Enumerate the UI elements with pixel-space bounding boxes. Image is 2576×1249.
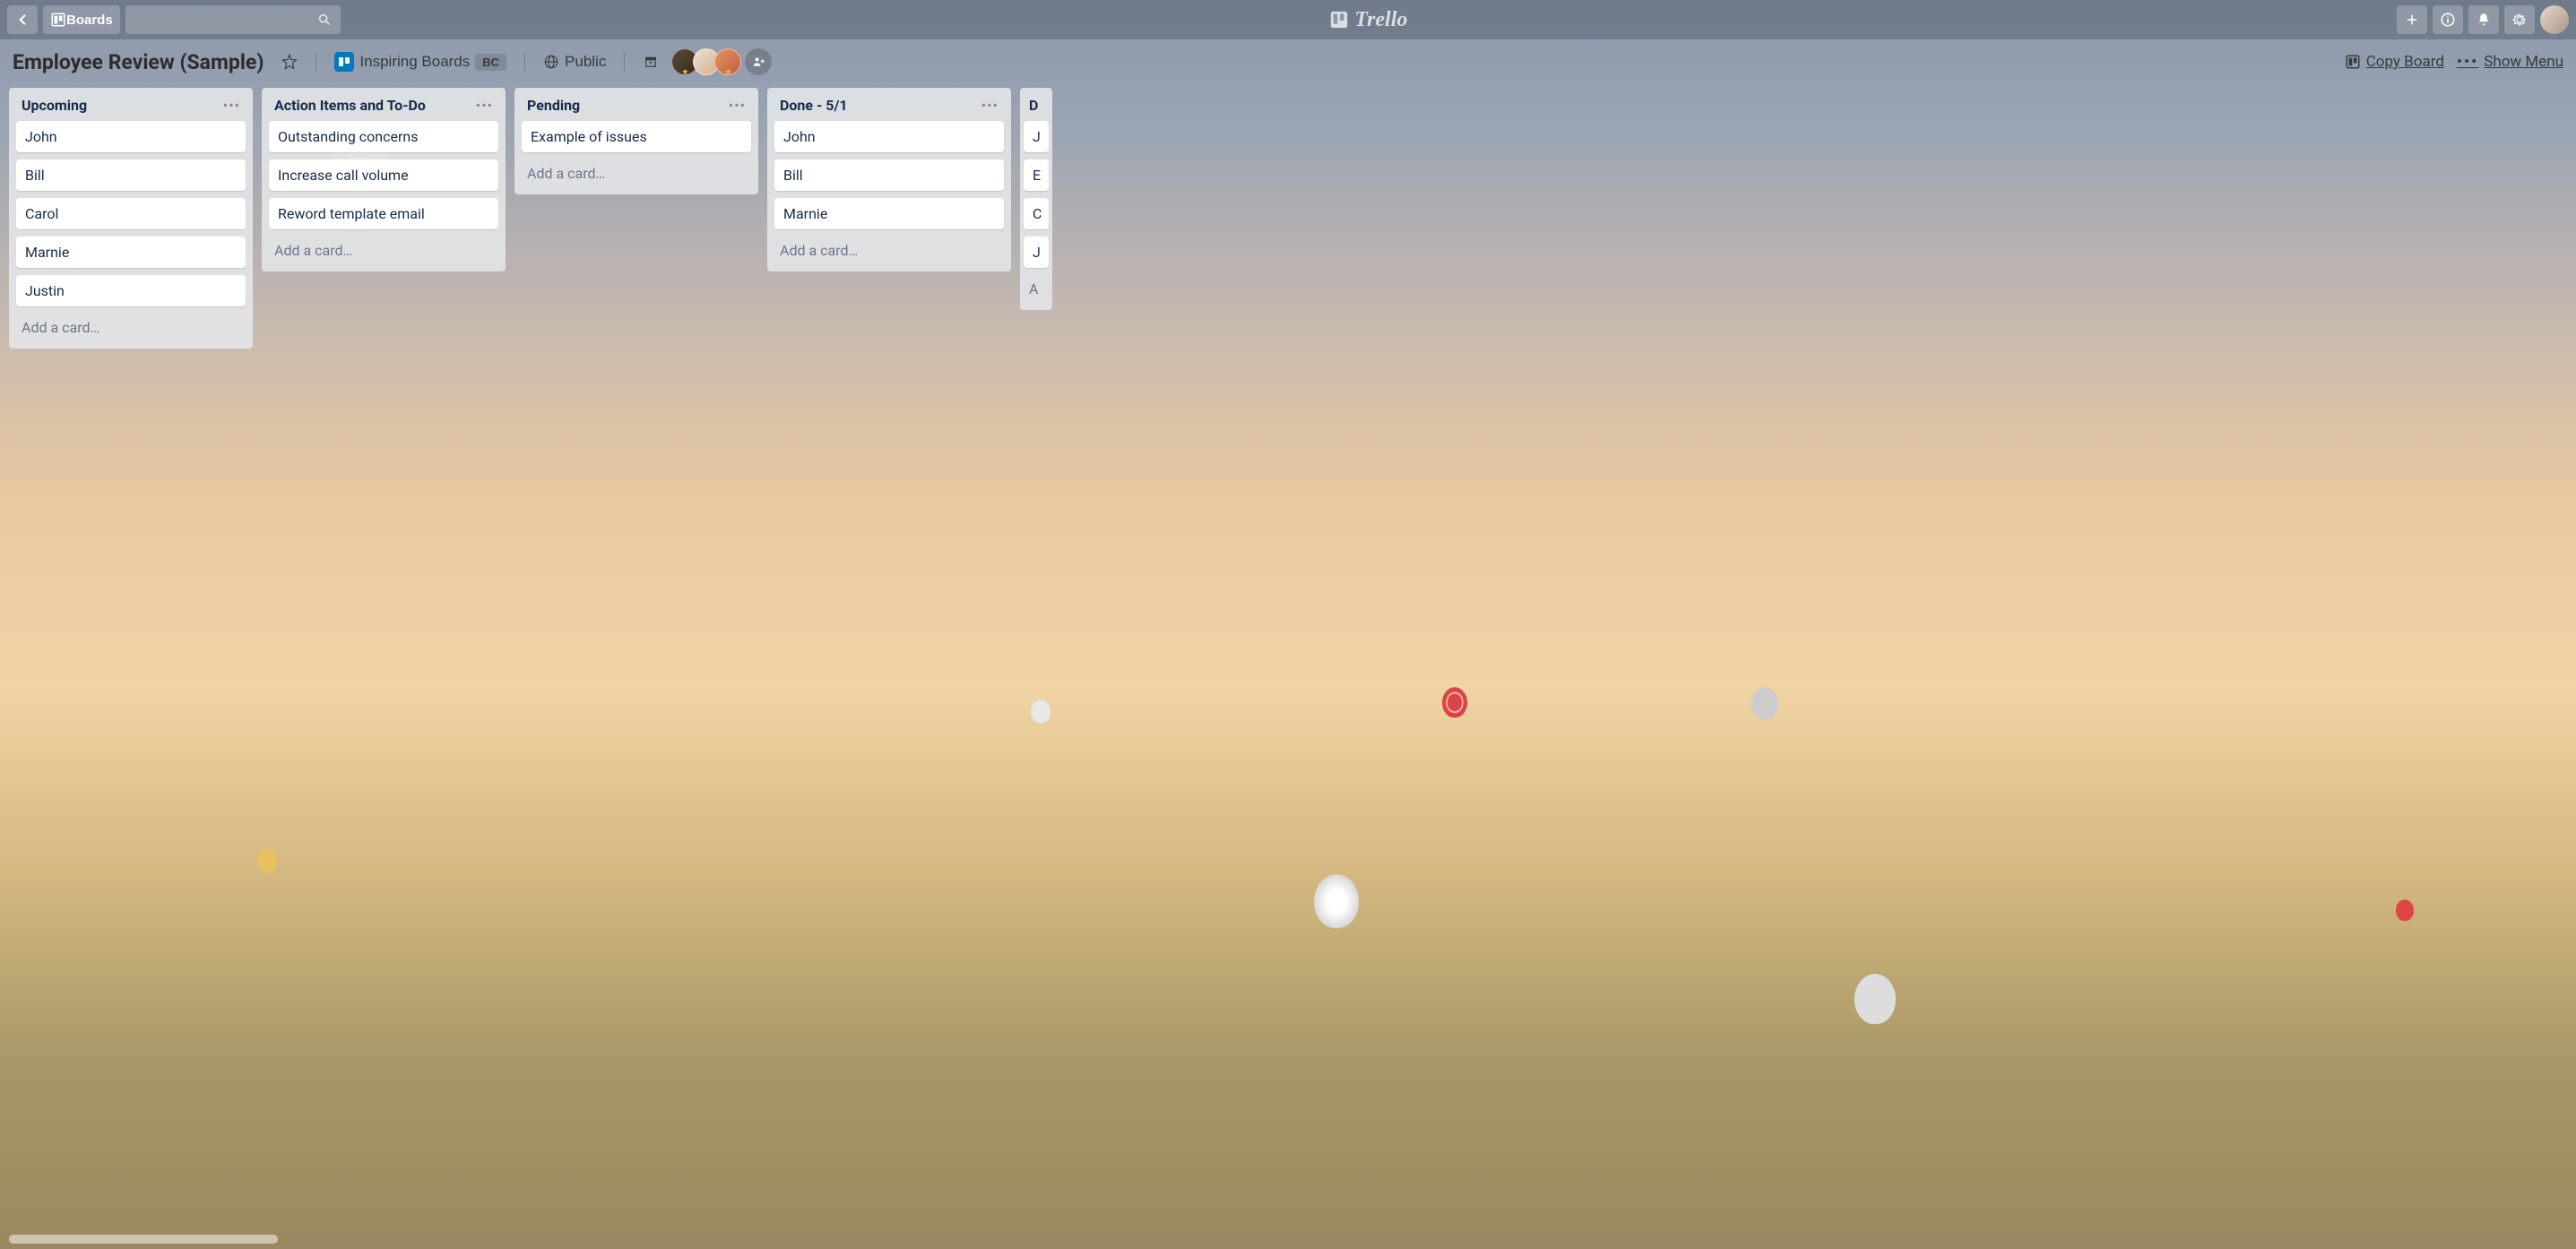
archive-icon (643, 54, 659, 70)
team-icon (334, 52, 354, 72)
card[interactable]: Reword template email (269, 198, 498, 229)
member-avatar[interactable] (714, 48, 741, 75)
card[interactable]: E (1024, 159, 1049, 191)
globe-icon (543, 54, 559, 70)
horizontal-scrollbar[interactable] (9, 1235, 278, 1244)
list: Upcoming ••• John Bill Carol Marnie Justin Add … (9, 88, 253, 349)
card[interactable]: Carol (16, 198, 246, 229)
team-name: Inspiring Boards (359, 53, 470, 71)
list-menu-button[interactable]: ••• (223, 97, 240, 114)
boards-icon (50, 12, 66, 28)
boards-label: Boards (66, 13, 113, 28)
add-card-button[interactable]: Add a card… (522, 159, 751, 187)
list-header: Done - 5/1 ••• (774, 95, 1004, 121)
board-small-icon (2345, 54, 2361, 70)
copy-board-button[interactable]: Copy Board (2345, 53, 2444, 71)
add-card-button[interactable]: Add a card… (269, 237, 498, 264)
add-member-button[interactable] (745, 48, 772, 75)
info-icon (2440, 12, 2456, 28)
list: Pending ••• Example of issues Add a card… (514, 88, 758, 194)
add-card-button[interactable]: A (1024, 275, 1049, 303)
star-button[interactable] (276, 50, 303, 73)
card[interactable]: Increase call volume (269, 159, 498, 191)
search-input[interactable] (125, 5, 341, 34)
trello-logo[interactable]: Trello (1329, 8, 1407, 32)
show-menu-button[interactable]: ••• Show Menu (2457, 53, 2563, 71)
copy-board-label: Copy Board (2366, 53, 2444, 71)
search-icon (317, 13, 332, 27)
list-title[interactable]: Upcoming (22, 97, 87, 114)
list-menu-button[interactable]: ••• (729, 97, 746, 114)
list-header: Pending ••• (522, 95, 751, 121)
add-card-button[interactable]: Add a card… (774, 237, 1004, 264)
star-icon (281, 54, 298, 70)
list-header: Upcoming ••• (16, 95, 246, 121)
card[interactable]: John (774, 121, 1004, 152)
archive-button[interactable] (637, 50, 664, 73)
list-menu-button[interactable]: ••• (981, 97, 998, 114)
divider (624, 53, 625, 71)
list-title[interactable]: D (1029, 97, 1038, 114)
bell-icon (2476, 12, 2492, 28)
list-title[interactable]: Action Items and To-Do (274, 97, 426, 114)
board-header: Employee Review (Sample) Inspiring Board… (0, 39, 2576, 84)
board-members (677, 48, 772, 75)
visibility-button[interactable]: Public (538, 49, 611, 74)
settings-button[interactable] (2504, 5, 2535, 34)
team-badge: BC (475, 54, 506, 71)
show-menu-label: Show Menu (2484, 53, 2563, 71)
boards-button[interactable]: Boards (43, 5, 120, 34)
gear-icon (2511, 12, 2528, 28)
back-arrow-icon (14, 12, 30, 28)
global-header: Boards Trello (0, 0, 2576, 39)
plus-icon (2404, 12, 2420, 28)
card[interactable]: Example of issues (522, 121, 751, 152)
info-button[interactable] (2433, 5, 2463, 34)
card[interactable]: J (1024, 121, 1049, 152)
add-card-button[interactable]: Add a card… (16, 314, 246, 341)
list-title[interactable]: Pending (527, 97, 580, 114)
user-avatar[interactable] (2540, 5, 2569, 34)
person-plus-icon (751, 55, 765, 69)
card[interactable]: Outstanding concerns (269, 121, 498, 152)
list-menu-button[interactable]: ••• (476, 97, 493, 114)
back-button[interactable] (7, 5, 38, 34)
ellipsis-icon: ••• (2457, 53, 2478, 71)
card[interactable]: Marnie (16, 237, 246, 268)
create-button[interactable] (2397, 5, 2427, 34)
card[interactable]: C (1024, 198, 1049, 229)
board-title[interactable]: Employee Review (Sample) (13, 50, 264, 74)
card[interactable]: Bill (16, 159, 246, 191)
divider (524, 53, 525, 71)
list-title[interactable]: Done - 5/1 (780, 97, 848, 114)
card[interactable]: Marnie (774, 198, 1004, 229)
notifications-button[interactable] (2468, 5, 2499, 34)
trello-logo-icon (1329, 10, 1349, 30)
card[interactable]: John (16, 121, 246, 152)
board-canvas[interactable]: Upcoming ••• John Bill Carol Marnie Justin Add … (0, 84, 2576, 1235)
card[interactable]: J (1024, 237, 1049, 268)
list: Done - 5/1 ••• John Bill Marnie Add a card… (767, 88, 1011, 271)
list-header: D (1024, 95, 1049, 121)
card[interactable]: Bill (774, 159, 1004, 191)
team-button[interactable]: Inspiring Boards BC (329, 48, 512, 75)
visibility-label: Public (565, 53, 606, 71)
logo-text: Trello (1354, 8, 1407, 32)
list-header: Action Items and To-Do ••• (269, 95, 498, 121)
list: DJECJA (1020, 88, 1052, 310)
list: Action Items and To-Do ••• Outstanding con… (262, 88, 506, 271)
card[interactable]: Justin (16, 275, 246, 306)
